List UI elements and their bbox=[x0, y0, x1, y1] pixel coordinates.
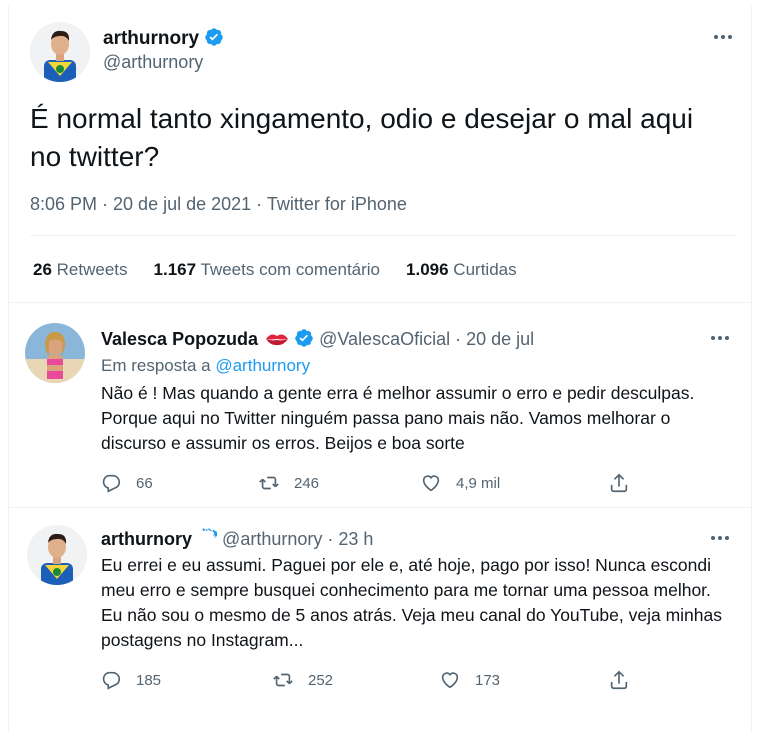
retweet-icon bbox=[273, 673, 293, 687]
reply-author-name[interactable]: Valesca Popozuda bbox=[101, 329, 258, 349]
reply-header: Valesca Popozuda @ValescaOficial · 20 de… bbox=[101, 328, 534, 350]
more-options-icon[interactable] bbox=[705, 528, 735, 548]
verified-badge-icon bbox=[204, 27, 224, 47]
share-button[interactable] bbox=[608, 669, 630, 691]
share-icon bbox=[610, 670, 628, 690]
reply-to-line: Em resposta a @arthurnory bbox=[101, 356, 311, 375]
like-button[interactable]: 4,9 mil bbox=[420, 472, 500, 494]
tweet-meta[interactable]: 8:06 PM · 20 de jul de 2021 · Twitter fo… bbox=[30, 194, 407, 215]
avatar[interactable] bbox=[30, 22, 90, 82]
author-name[interactable]: arthurnory bbox=[103, 27, 224, 50]
reply-date[interactable]: · 20 de jul bbox=[455, 329, 534, 349]
like-button[interactable]: 173 bbox=[439, 669, 500, 691]
share-button[interactable] bbox=[608, 472, 630, 494]
avatar[interactable] bbox=[25, 323, 85, 383]
likes-stat[interactable]: 1.096 Curtidas bbox=[406, 260, 517, 280]
reply-icon bbox=[102, 474, 121, 493]
divider bbox=[9, 302, 751, 303]
reply-header: arthurnory @arthurnory · 23 h bbox=[101, 528, 373, 550]
verified-badge-icon bbox=[294, 328, 314, 348]
reply-button[interactable]: 66 bbox=[100, 472, 153, 494]
more-options-icon[interactable] bbox=[705, 328, 735, 348]
reply-author-handle[interactable]: @ValescaOficial bbox=[319, 329, 450, 349]
retweets-stat[interactable]: 26 Retweets bbox=[33, 260, 128, 280]
reply-author-name[interactable]: arthurnory bbox=[101, 529, 192, 549]
avatar[interactable] bbox=[27, 525, 87, 585]
reply-actions: 185 252 173 bbox=[100, 669, 640, 693]
divider bbox=[9, 507, 751, 508]
tweet-stats: 26 Retweets 1.167 Tweets com comentário … bbox=[33, 260, 517, 280]
more-options-icon[interactable] bbox=[708, 27, 738, 47]
retweet-button[interactable]: 246 bbox=[258, 472, 319, 494]
reply-text: Não é ! Mas quando a gente erra é melhor… bbox=[101, 383, 695, 453]
divider bbox=[30, 235, 736, 236]
quotes-stat[interactable]: 1.167 Tweets com comentário bbox=[154, 260, 380, 280]
author-handle[interactable]: @arthurnory bbox=[103, 52, 203, 73]
share-icon bbox=[610, 473, 628, 493]
reply-actions: 66 246 4,9 mil bbox=[100, 472, 640, 496]
kiss-mark-emoji bbox=[265, 331, 289, 347]
heart-icon bbox=[441, 672, 459, 689]
retweet-icon bbox=[259, 476, 279, 490]
reply-to-handle-link[interactable]: @arthurnory bbox=[215, 356, 310, 375]
reply-button[interactable]: 185 bbox=[100, 669, 161, 691]
reply-author-handle[interactable]: @arthurnory bbox=[222, 529, 322, 549]
verified-badge-icon bbox=[197, 528, 218, 548]
retweet-button[interactable]: 252 bbox=[272, 669, 333, 691]
reply-icon bbox=[102, 671, 121, 690]
reply-text: Eu errei e eu assumi. Paguei por ele e, … bbox=[101, 555, 723, 650]
reply-date[interactable]: · 23 h bbox=[327, 529, 373, 549]
tweet-text: É normal tanto xingamento, odio e deseja… bbox=[30, 103, 694, 172]
heart-icon bbox=[422, 475, 440, 492]
